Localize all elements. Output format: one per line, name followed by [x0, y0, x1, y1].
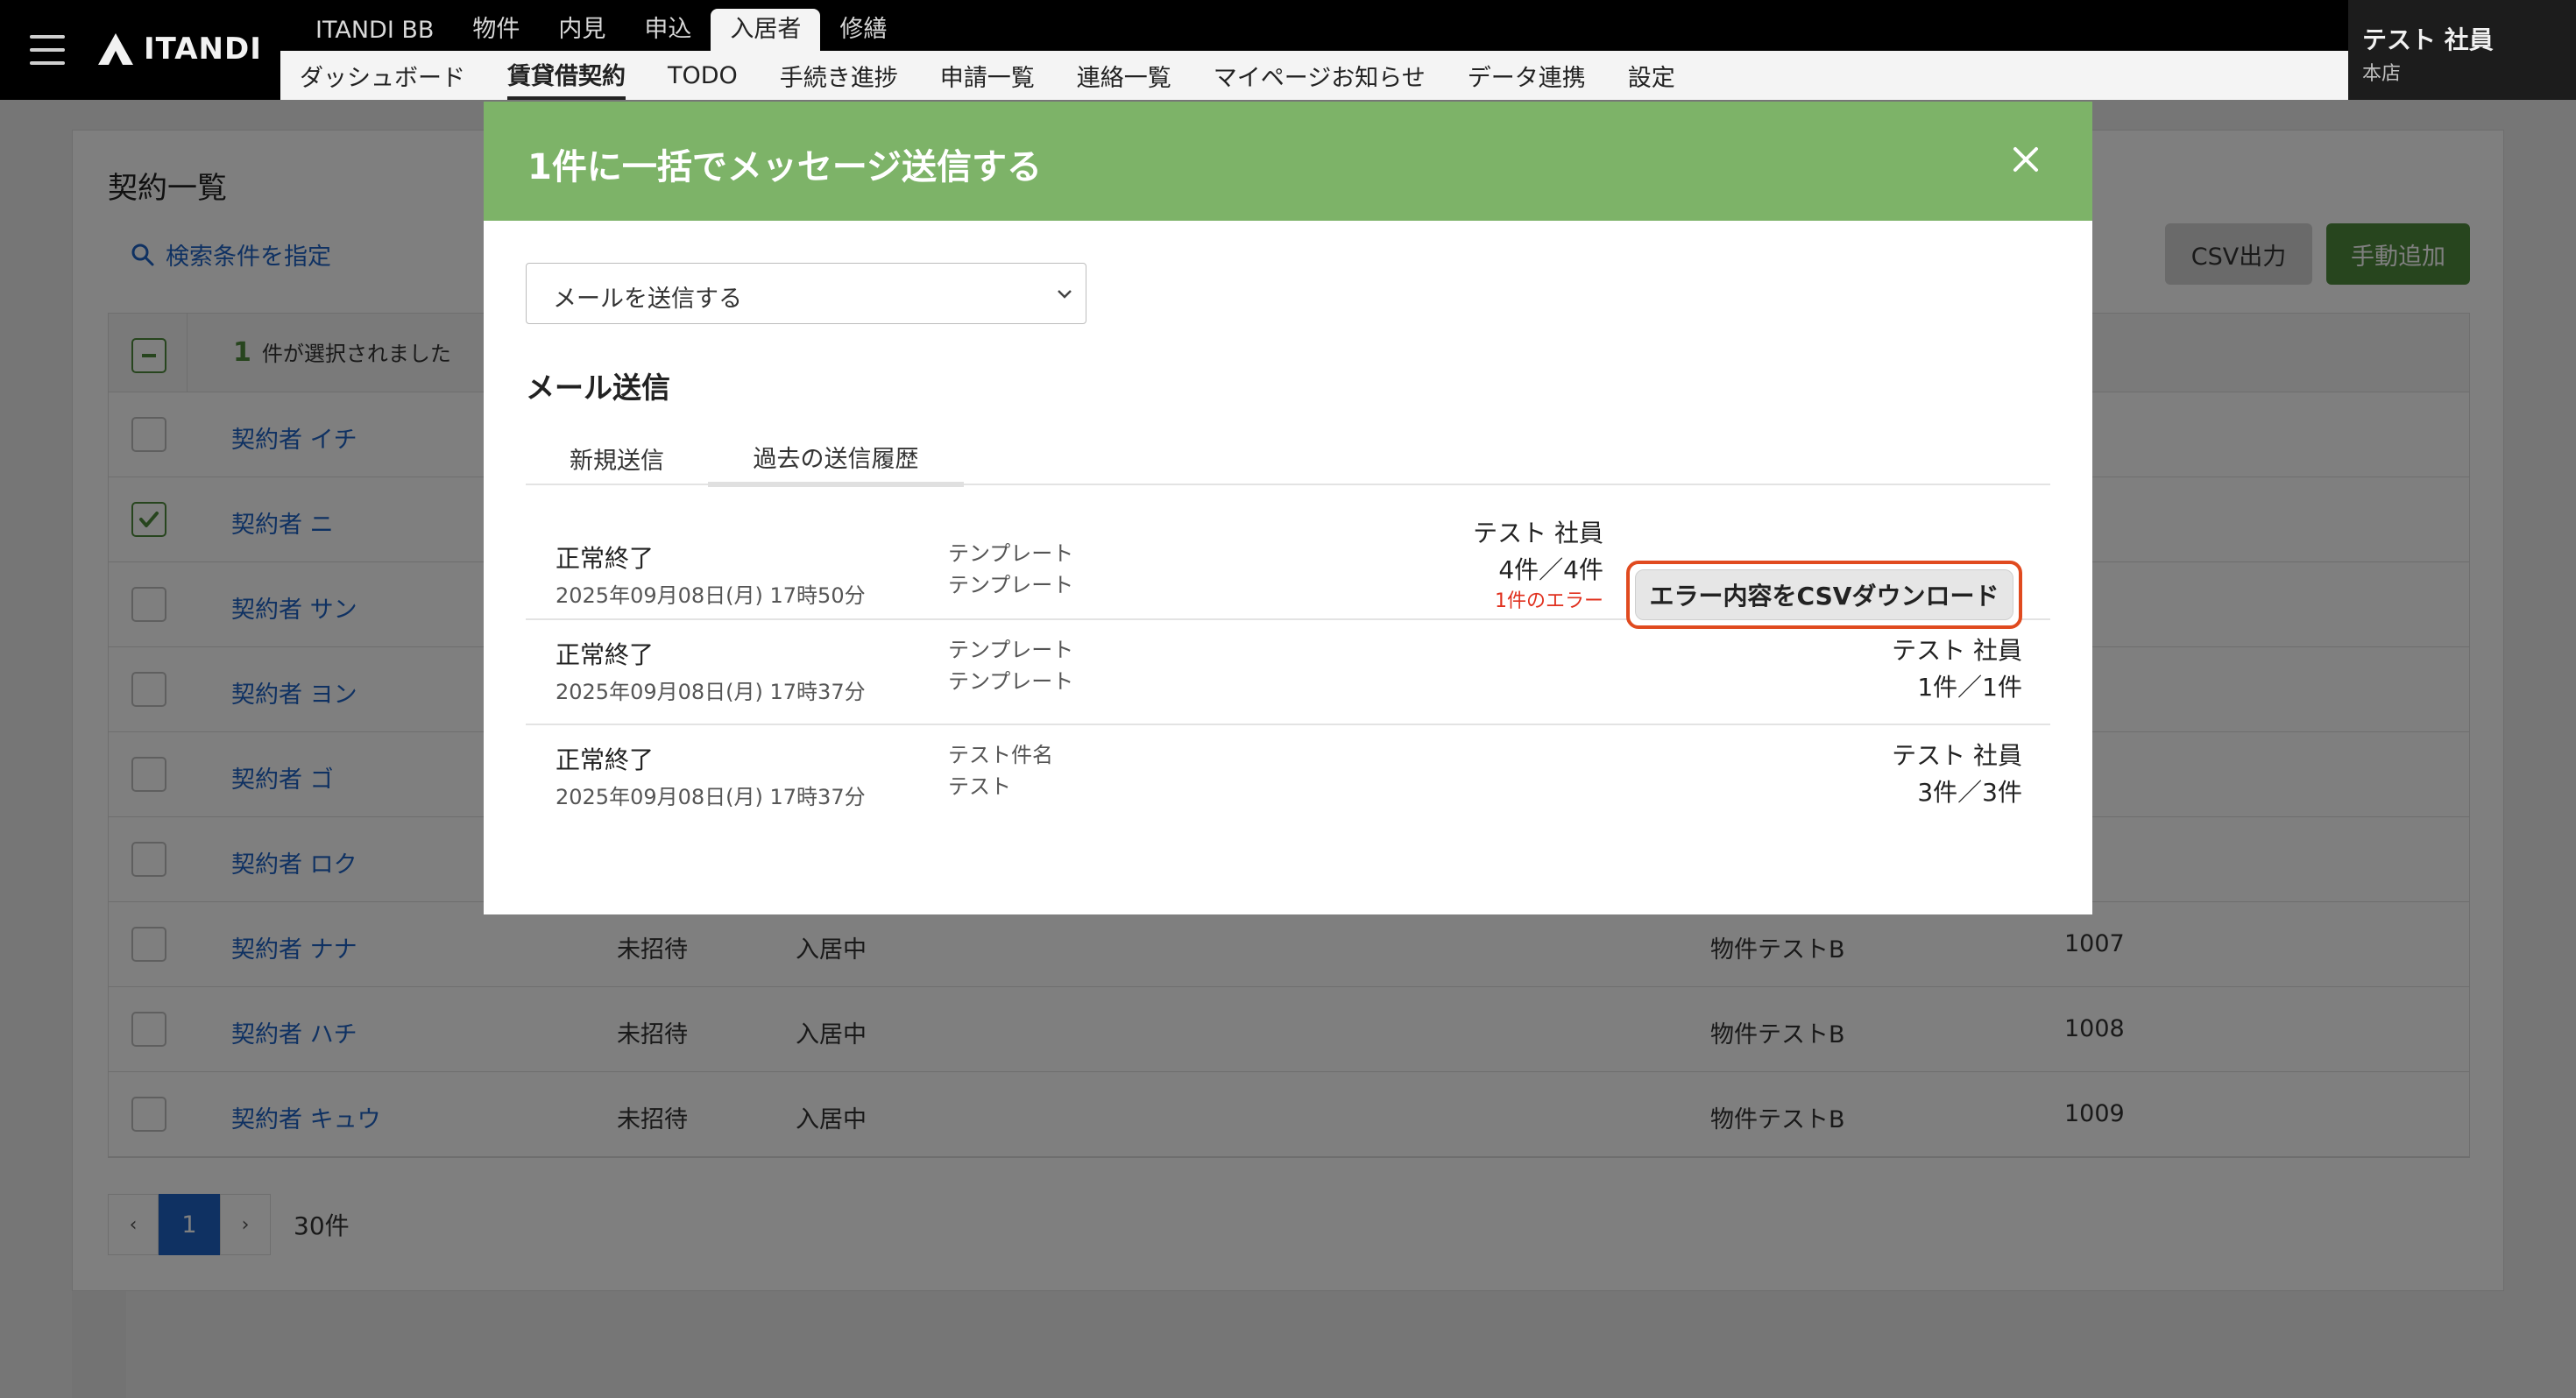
history-count: 4件／4件	[1498, 555, 1603, 584]
history-template-line: テンプレート	[948, 541, 1074, 566]
nav-property[interactable]: 物件	[453, 9, 539, 51]
subnav-request-list[interactable]: 申請一覧	[940, 51, 1035, 100]
history-template: テンプレート テンプレート	[948, 634, 1073, 697]
modal-title: 1件に一括でメッセージ送信する	[527, 147, 1043, 187]
history-sender-block: テスト 社員 4件／4件 1件のエラー	[1473, 515, 1603, 615]
close-icon[interactable]	[2008, 142, 2043, 177]
section-title: メール送信	[526, 371, 670, 405]
user-name: テスト 社員	[2362, 25, 2494, 54]
subnav-mypage-notice[interactable]: マイページお知らせ	[1214, 51, 1426, 100]
brand-name: ITANDI	[144, 32, 262, 67]
history-status: 正常終了	[556, 640, 655, 669]
itandi-logo-icon	[98, 33, 133, 65]
history-sender-block: テスト 社員 3件／3件	[1892, 738, 2022, 811]
history-template: テスト件名 テスト	[948, 739, 1053, 802]
error-csv-download-button[interactable]: エラー内容をCSVダウンロード	[1635, 569, 2013, 620]
history-sender-block: テスト 社員 1件／1件	[1892, 632, 2022, 706]
send-method-select[interactable]: メールを送信する	[526, 263, 1086, 324]
subnav-dashboard[interactable]: ダッシュボード	[300, 51, 465, 100]
csv-download-highlight: エラー内容をCSVダウンロード	[1626, 561, 2022, 629]
nav-itandi-bb[interactable]: ITANDI BB	[296, 9, 453, 51]
history-date: 2025年09月08日(月) 17時37分	[556, 785, 866, 809]
history-row: 正常終了 2025年09月08日(月) 17時37分 テンプレート テンプレート…	[526, 620, 2050, 725]
nav-application[interactable]: 申込	[625, 9, 711, 51]
history-template: テンプレート テンプレート	[948, 538, 1073, 601]
user-branch: 本店	[2362, 63, 2402, 85]
subnav-lease-contract[interactable]: 賃貸借契約	[507, 51, 626, 100]
history-count: 1件／1件	[1917, 673, 2022, 702]
history-row: 正常終了 2025年09月08日(月) 17時50分 テンプレート テンプレート…	[526, 501, 2050, 629]
history-template-line: テスト件名	[948, 743, 1053, 767]
user-menu[interactable]: テスト 社員 本店	[2348, 0, 2576, 100]
bulk-message-modal: 1件に一括でメッセージ送信する メールを送信する メール送信 新規送信 過去の送…	[484, 102, 2092, 914]
sub-nav: ダッシュボード 賃貸借契約 TODO 手続き進捗 申請一覧 連絡一覧 マイページ…	[280, 51, 1717, 100]
nav-resident[interactable]: 入居者	[711, 9, 821, 51]
brand-logo[interactable]: ITANDI	[96, 32, 262, 67]
history-template-line: テスト	[948, 774, 1011, 799]
mail-tabs: 新規送信 過去の送信履歴	[526, 431, 2050, 487]
subnav-procedure-progress[interactable]: 手続き進捗	[780, 51, 898, 100]
hamburger-icon[interactable]	[30, 35, 65, 65]
history-error: 1件のエラー	[1495, 590, 1603, 612]
subnav-contact-list[interactable]: 連絡一覧	[1077, 51, 1171, 100]
top-nav: ITANDI BB 物件 内見 申込 入居者 修繕	[280, 0, 2348, 51]
modal-header: 1件に一括でメッセージ送信する	[484, 102, 2092, 221]
subnav-settings[interactable]: 設定	[1628, 51, 1675, 100]
history-status: 正常終了	[556, 544, 655, 573]
history-template-line: テンプレート	[948, 669, 1074, 694]
main-nav: ITANDI BB 物件 内見 申込 入居者 修繕 ダッシュボード 賃貸借契約 …	[280, 0, 2348, 100]
history-date: 2025年09月08日(月) 17時50分	[556, 583, 866, 608]
top-bar: ITANDI ITANDI BB 物件 内見 申込 入居者 修繕 ダッシュボード…	[0, 0, 2576, 100]
tab-new-send[interactable]: 新規送信	[526, 431, 708, 485]
history-row: 正常終了 2025年09月08日(月) 17時37分 テスト件名 テスト テスト…	[526, 725, 2050, 830]
subnav-todo[interactable]: TODO	[668, 51, 738, 100]
history-count: 3件／3件	[1917, 778, 2022, 807]
history-date: 2025年09月08日(月) 17時37分	[556, 680, 866, 704]
send-method-value: メールを送信する	[553, 286, 742, 313]
history-template-line: テンプレート	[948, 638, 1074, 662]
subnav-data-link[interactable]: データ連携	[1468, 51, 1586, 100]
nav-repair[interactable]: 修繕	[820, 9, 906, 51]
history-sender: テスト 社員	[1473, 519, 1603, 547]
history-sender: テスト 社員	[1892, 636, 2022, 665]
history-template-line: テンプレート	[948, 573, 1074, 597]
nav-viewing[interactable]: 内見	[539, 9, 625, 51]
history-status: 正常終了	[556, 745, 655, 774]
tab-send-history[interactable]: 過去の送信履歴	[708, 431, 964, 487]
chevron-down-icon	[1058, 290, 1072, 299]
history-sender: テスト 社員	[1892, 741, 2022, 770]
